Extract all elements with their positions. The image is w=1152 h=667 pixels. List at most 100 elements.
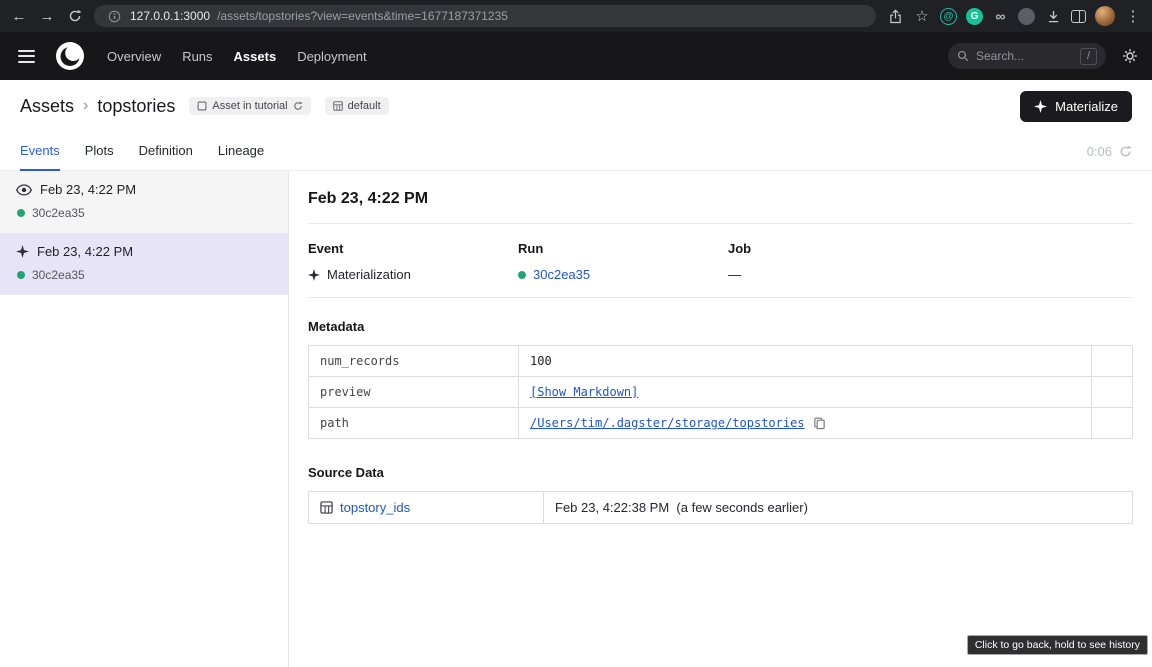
metadata-empty-cell xyxy=(1092,346,1133,377)
asset-cube-icon xyxy=(197,101,207,111)
source-data-heading: Source Data xyxy=(308,465,1133,480)
nav-links: Overview Runs Assets Deployment xyxy=(107,49,367,64)
run-id-link[interactable]: 30c2ea35 xyxy=(533,267,590,282)
asset-table-icon xyxy=(320,501,333,514)
table-row: path /Users/tim/.dagster/storage/topstor… xyxy=(309,408,1133,439)
refresh-timer-value: 0:06 xyxy=(1087,144,1112,159)
asset-definition-tag-label: Asset in tutorial xyxy=(212,100,287,112)
browser-chrome: ← → 127.0.0.1:3000/assets/topstories?vie… xyxy=(0,0,1152,32)
bookmark-star-icon[interactable]: ☆ xyxy=(913,7,931,25)
run-column-label: Run xyxy=(518,241,728,256)
tab-plots[interactable]: Plots xyxy=(85,132,114,171)
app-nav-bar: Overview Runs Assets Deployment Search..… xyxy=(0,32,1152,80)
content-area: Feb 23, 4:22 PM 30c2ea35 Feb 23, 4:22 PM… xyxy=(0,171,1152,667)
extension-at-icon[interactable]: @ xyxy=(940,8,957,25)
source-asset-note: (a few seconds earlier) xyxy=(676,500,808,515)
job-value: — xyxy=(728,267,938,282)
nav-item-deployment[interactable]: Deployment xyxy=(297,49,366,64)
metadata-empty-cell xyxy=(1092,377,1133,408)
event-list-sidebar: Feb 23, 4:22 PM 30c2ea35 Feb 23, 4:22 PM… xyxy=(0,171,289,667)
metadata-key: num_records xyxy=(309,346,519,377)
site-info-icon[interactable] xyxy=(105,7,123,25)
materialization-sparkle-icon xyxy=(16,245,29,258)
breadcrumb: Assets › topstories xyxy=(20,96,175,117)
metadata-key: path xyxy=(309,408,519,439)
asset-group-tag-label: default xyxy=(348,100,381,112)
materialize-sparkle-icon xyxy=(1034,100,1047,113)
metadata-heading: Metadata xyxy=(308,319,1133,334)
job-column-label: Job xyxy=(728,241,938,256)
source-asset-time: Feb 23, 4:22:38 PM xyxy=(555,500,669,515)
path-link[interactable]: /Users/tim/.dagster/storage/topstories xyxy=(530,416,805,430)
event-column-label: Event xyxy=(308,241,518,256)
show-markdown-link[interactable]: [Show Markdown] xyxy=(530,385,638,399)
hamburger-menu-icon[interactable] xyxy=(14,46,39,67)
metadata-value: 100 xyxy=(519,346,1092,377)
extension-dark-icon[interactable] xyxy=(1018,8,1035,25)
share-icon[interactable] xyxy=(886,7,904,25)
download-icon[interactable] xyxy=(1044,7,1062,25)
event-list-item-materialization[interactable]: Feb 23, 4:22 PM 30c2ea35 xyxy=(0,233,288,295)
event-detail-pane: Feb 23, 4:22 PM Event Materialization Ru… xyxy=(289,171,1152,667)
run-column: Run 30c2ea35 xyxy=(518,241,728,282)
source-asset-link[interactable]: topstory_ids xyxy=(340,500,410,515)
run-status-dot xyxy=(518,271,526,279)
forward-icon[interactable]: → xyxy=(38,7,56,25)
nav-item-runs[interactable]: Runs xyxy=(182,49,212,64)
nav-item-assets[interactable]: Assets xyxy=(234,49,277,64)
extension-grammarly-icon[interactable]: G xyxy=(966,8,983,25)
tab-definition[interactable]: Definition xyxy=(139,132,193,171)
metadata-key: preview xyxy=(309,377,519,408)
back-history-tooltip: Click to go back, hold to see history xyxy=(967,635,1148,655)
search-icon xyxy=(957,50,969,62)
search-placeholder: Search... xyxy=(976,49,1073,63)
url-bar[interactable]: 127.0.0.1:3000/assets/topstories?view=ev… xyxy=(94,5,876,27)
table-row: topstory_ids Feb 23, 4:22:38 PM (a few s… xyxy=(309,492,1133,524)
breadcrumb-assets-link[interactable]: Assets xyxy=(20,96,74,117)
table-row: num_records 100 xyxy=(309,346,1133,377)
run-status-dot xyxy=(17,271,25,279)
dagster-logo[interactable] xyxy=(55,41,85,71)
job-column: Job — xyxy=(728,241,938,282)
source-data-section: Source Data topstory_ids Feb 23, 4:22:38… xyxy=(308,465,1133,524)
group-grid-icon xyxy=(333,101,343,111)
tab-events[interactable]: Events xyxy=(20,132,60,171)
side-panel-icon[interactable] xyxy=(1071,10,1086,23)
reload-icon[interactable] xyxy=(66,7,84,25)
materialize-button[interactable]: Materialize xyxy=(1020,91,1132,122)
copy-path-icon[interactable] xyxy=(813,417,826,430)
search-input[interactable]: Search... / xyxy=(948,43,1106,69)
event-list-item-observation[interactable]: Feb 23, 4:22 PM 30c2ea35 xyxy=(0,171,288,233)
refresh-timer: 0:06 xyxy=(1087,132,1132,170)
event-time-label: Feb 23, 4:22 PM xyxy=(37,244,133,259)
extension-loom-icon[interactable]: ∞ xyxy=(992,8,1009,25)
page-title: topstories xyxy=(97,96,175,117)
browser-actions: ☆ @ G ∞ ⋮ xyxy=(886,6,1142,26)
event-run-id[interactable]: 30c2ea35 xyxy=(32,206,85,220)
back-icon[interactable]: ← xyxy=(10,7,28,25)
asset-group-tag[interactable]: default xyxy=(325,97,389,115)
metadata-table: num_records 100 preview [Show Markdown] … xyxy=(308,345,1133,439)
browser-profile-avatar[interactable] xyxy=(1095,6,1115,26)
tab-lineage[interactable]: Lineage xyxy=(218,132,264,171)
url-path: /assets/topstories?view=events&time=1677… xyxy=(217,9,508,23)
event-time-label: Feb 23, 4:22 PM xyxy=(40,182,136,197)
event-summary-row: Event Materialization Run 30c2ea35 Job — xyxy=(308,241,1133,282)
metadata-section: Metadata num_records 100 preview [Show M… xyxy=(308,319,1133,439)
asset-definition-tag[interactable]: Asset in tutorial xyxy=(189,97,310,115)
event-type-value: Materialization xyxy=(327,267,411,282)
divider xyxy=(308,297,1133,298)
event-type-sparkle-icon xyxy=(308,269,320,281)
browser-menu-icon[interactable]: ⋮ xyxy=(1124,7,1142,25)
settings-gear-icon[interactable] xyxy=(1122,48,1138,64)
nav-item-overview[interactable]: Overview xyxy=(107,49,161,64)
asset-tabs: Events Plots Definition Lineage 0:06 xyxy=(0,132,1152,171)
breadcrumb-separator: › xyxy=(83,97,88,115)
timer-refresh-icon[interactable] xyxy=(1119,145,1132,158)
url-host: 127.0.0.1:3000 xyxy=(130,9,210,23)
event-run-id[interactable]: 30c2ea35 xyxy=(32,268,85,282)
metadata-empty-cell xyxy=(1092,408,1133,439)
asset-header: Assets › topstories Asset in tutorial de… xyxy=(0,80,1152,132)
materialize-button-label: Materialize xyxy=(1055,99,1118,114)
tag-refresh-icon[interactable] xyxy=(293,101,303,111)
